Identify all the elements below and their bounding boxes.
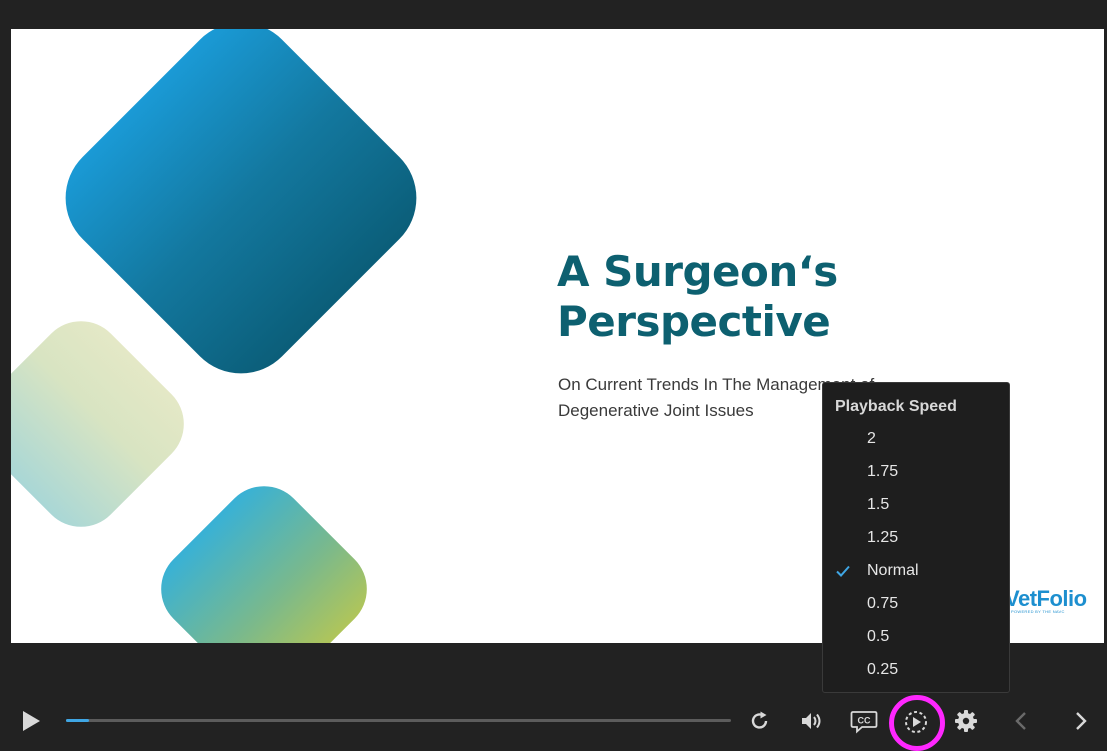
- play-icon: [23, 711, 40, 731]
- speed-option-label: 1.25: [867, 529, 899, 546]
- previous-icon: [1015, 712, 1026, 730]
- slide-title: A Surgeon‘s Perspective: [557, 247, 838, 347]
- speed-option-label: Normal: [867, 562, 919, 579]
- speed-option[interactable]: 1.5: [823, 489, 1009, 522]
- speed-option-label: 0.5: [867, 628, 890, 645]
- volume-icon: [802, 713, 821, 729]
- speed-option-label: 1.5: [867, 496, 890, 513]
- speed-option[interactable]: 0.75: [823, 588, 1009, 621]
- checkmark-icon: [836, 565, 850, 577]
- speed-option-label: 2: [867, 430, 876, 447]
- replay-button[interactable]: [749, 710, 771, 732]
- play-button[interactable]: [21, 710, 41, 732]
- playback-speed-menu: Playback Speed 2 1.75 1.5 1.25 Normal 0.75 0.5…: [822, 382, 1010, 693]
- slide-title-line: A Surgeon‘s: [557, 247, 838, 296]
- speed-option[interactable]: 0.25: [823, 654, 1009, 687]
- speed-option-label: 0.25: [867, 661, 899, 678]
- speed-option[interactable]: 1.25: [823, 522, 1009, 555]
- speed-option[interactable]: Normal: [823, 555, 1009, 588]
- speed-option[interactable]: 0.5: [823, 621, 1009, 654]
- closed-captions-icon: CC: [850, 711, 878, 734]
- replay-icon: [751, 711, 768, 729]
- closed-captions-label: CC: [858, 716, 871, 726]
- progress-bar[interactable]: [66, 719, 731, 722]
- next-button[interactable]: [1072, 710, 1090, 732]
- vetfolio-logo-tagline: POWERED BY THE NAVC: [1011, 609, 1065, 614]
- player-control-bar: CC: [0, 690, 1107, 751]
- next-icon: [1076, 712, 1087, 730]
- speed-option-label: 1.75: [867, 463, 899, 480]
- decorative-diamond-left: [11, 303, 202, 545]
- playback-speed-title: Playback Speed: [835, 398, 957, 415]
- decorative-diamond-bottom: [143, 468, 385, 643]
- speed-option[interactable]: 1.75: [823, 456, 1009, 489]
- slide-title-line: Perspective: [557, 297, 831, 346]
- closed-captions-button[interactable]: CC: [850, 710, 878, 734]
- settings-gear-icon: [955, 710, 977, 732]
- settings-button[interactable]: [954, 709, 978, 733]
- speed-option[interactable]: 2: [823, 423, 1009, 456]
- speed-button-highlight-ring: [889, 695, 945, 751]
- volume-button[interactable]: [800, 710, 824, 732]
- speed-option-label: 0.75: [867, 595, 899, 612]
- previous-button[interactable]: [1012, 710, 1030, 732]
- progress-fill: [66, 719, 90, 722]
